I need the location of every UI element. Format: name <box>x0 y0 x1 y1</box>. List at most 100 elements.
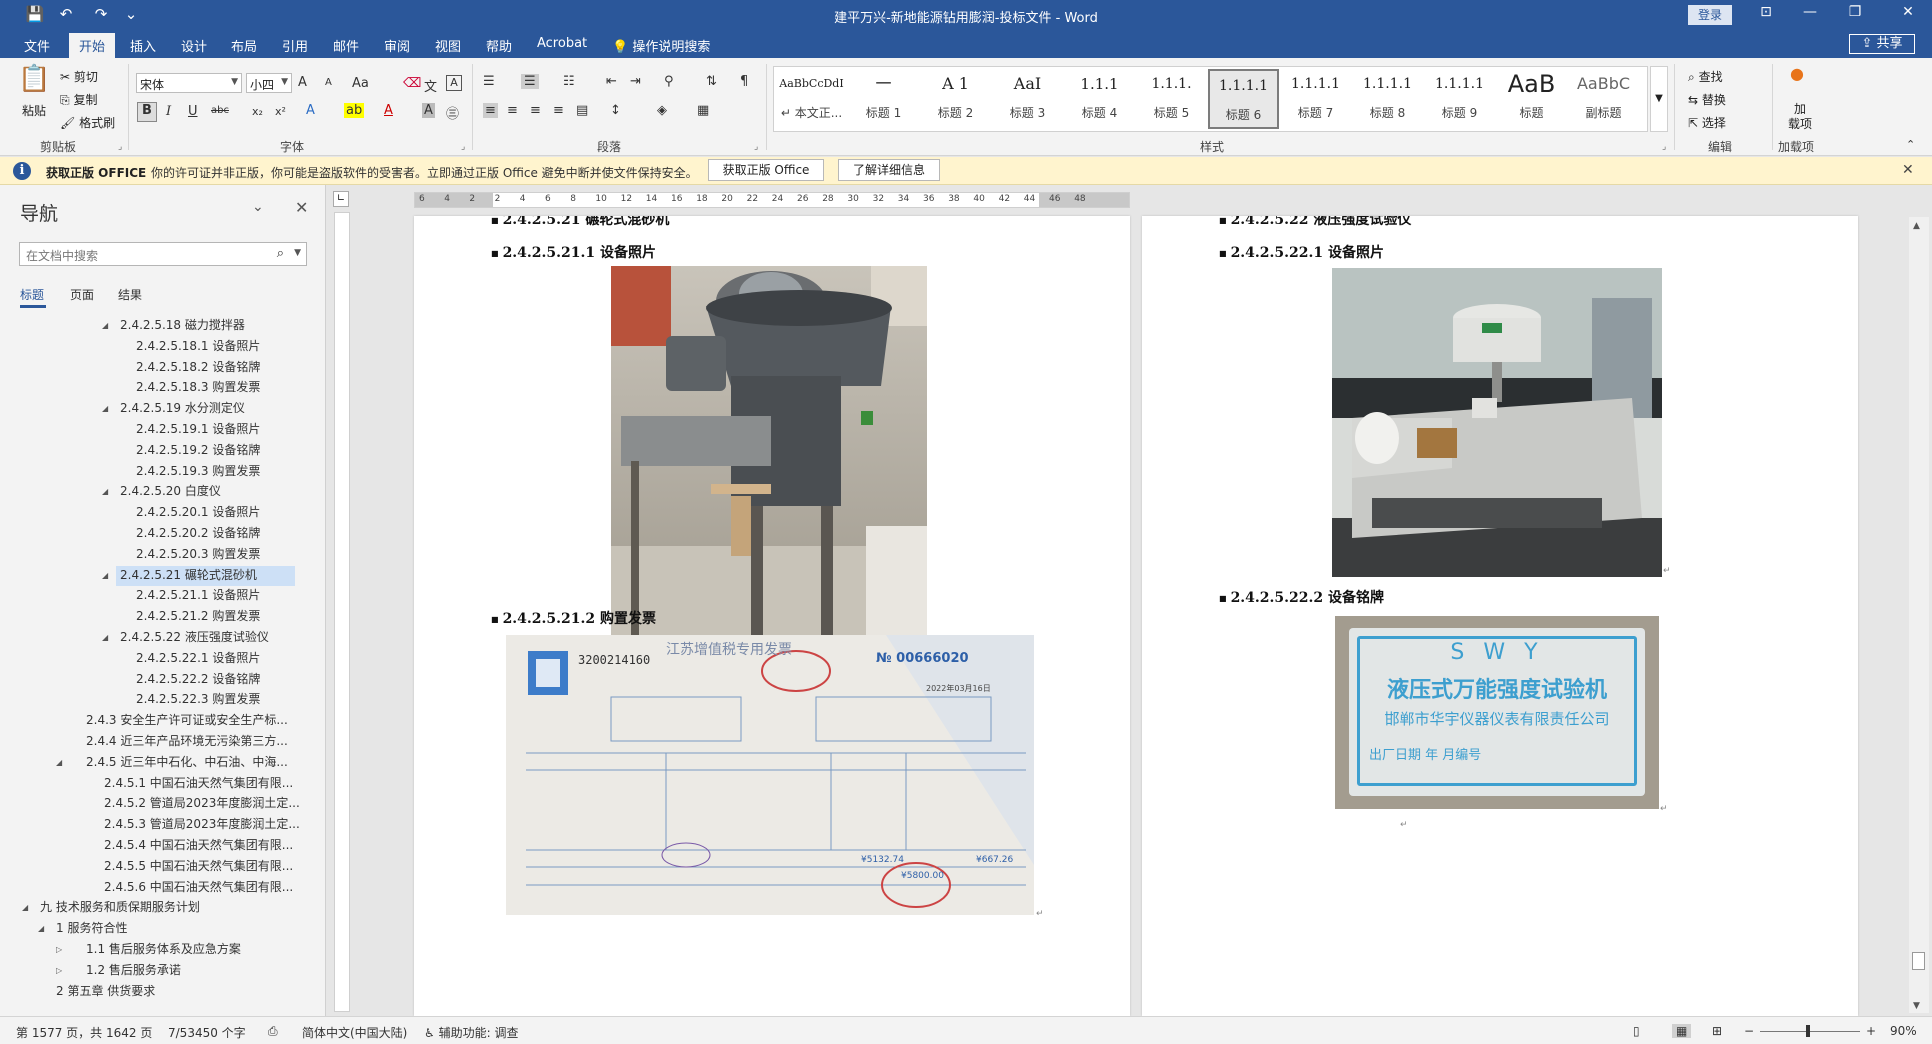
tab-design[interactable]: 设计 <box>181 36 207 55</box>
minimize-button[interactable]: — <box>1795 4 1825 20</box>
tab-home[interactable]: 开始 <box>69 33 116 58</box>
italic-button[interactable]: I <box>166 104 171 119</box>
close-icon[interactable]: ✕ <box>1902 162 1914 178</box>
addin-icon[interactable]: ● <box>1790 64 1804 83</box>
borders-icon[interactable]: ▦ <box>697 103 709 118</box>
nav-heading-item[interactable]: 2.4.2.5.19.1 设备照片 <box>132 420 260 440</box>
style-heading-3[interactable]: AaI 标题 3 <box>992 69 1063 129</box>
nav-tab-results[interactable]: 结果 <box>118 286 142 303</box>
style-heading-1[interactable]: 一标题 1 <box>848 69 919 129</box>
expand-collapse-icon[interactable]: ◢ <box>102 404 108 413</box>
learn-more-button[interactable]: 了解详细信息 <box>838 159 940 181</box>
character-shading-icon[interactable]: A <box>422 103 435 118</box>
read-mode-icon[interactable]: ▯ <box>1633 1024 1640 1038</box>
ribbon-display-options-icon[interactable]: ⊡ <box>1751 4 1781 20</box>
strikethrough-button[interactable]: abc <box>211 105 229 116</box>
scroll-down-icon[interactable]: ▼ <box>1913 1001 1920 1011</box>
nav-heading-item[interactable]: 2.4.3 安全生产许可证或安全生产标... <box>82 711 288 731</box>
sort-icon[interactable]: ⇅ <box>706 74 717 89</box>
vertical-scrollbar[interactable]: ▲ ▼ <box>1909 217 1929 1013</box>
style-heading-2[interactable]: A 1 标题 2 <box>920 69 991 129</box>
paste-button[interactable]: 粘贴 <box>22 102 46 119</box>
nav-heading-item[interactable]: 2 第五章 供货要求 <box>52 982 155 1002</box>
format-painter-button[interactable]: 🖌 格式刷 <box>60 114 115 131</box>
close-icon[interactable]: ✕ <box>295 198 308 217</box>
expand-collapse-icon[interactable]: ◢ <box>102 571 108 580</box>
nav-heading-item[interactable]: 2.4.2.5.19 水分测定仪 <box>116 399 245 419</box>
style-subtitle[interactable]: AaBbC 副标题 <box>1568 69 1639 129</box>
underline-button[interactable]: U <box>188 104 198 119</box>
nav-tab-pages[interactable]: 页面 <box>70 286 94 303</box>
nav-heading-item[interactable]: 2.4.2.5.21 碾轮式混砂机 <box>116 565 295 586</box>
word-count[interactable]: 7/53450 个字 <box>168 1024 246 1041</box>
paste-icon[interactable]: 📋 <box>18 64 50 94</box>
document-page-left[interactable]: ■2.4.2.5.21 碾轮式混砂机 ■2.4.2.5.21.1 设备照片 <box>414 216 1130 1016</box>
chevron-down-icon[interactable]: ⌄ <box>252 199 264 215</box>
tell-me-search[interactable]: 💡 操作说明搜索 <box>612 36 710 55</box>
tab-mailings[interactable]: 邮件 <box>333 36 359 55</box>
tab-help[interactable]: 帮助 <box>486 36 512 55</box>
nav-heading-item[interactable]: 2.4.2.5.21.1 设备照片 <box>132 586 260 606</box>
find-button[interactable]: ⌕ 查找 <box>1688 68 1723 85</box>
zoom-slider-thumb[interactable] <box>1806 1025 1810 1037</box>
tab-acrobat[interactable]: Acrobat <box>537 36 587 51</box>
phonetic-guide-icon[interactable]: 文 <box>424 76 437 95</box>
font-size-combo[interactable]: 小四 ▼ <box>246 73 292 93</box>
horizontal-ruler[interactable]: 6 4 2 2 4 6 8 10 12 14 16 18 20 22 24 26 28 30 32 34 36 38 40 4… <box>414 192 1130 208</box>
zoom-level[interactable]: 90% <box>1890 1024 1917 1038</box>
select-button[interactable]: ⇱ 选择 <box>1688 114 1726 131</box>
nav-heading-item[interactable]: 2.4.2.5.21.2 购置发票 <box>132 607 260 627</box>
align-right-icon[interactable]: ≡ <box>530 103 541 118</box>
nav-heading-item[interactable]: 2.4.2.5.20 白度仪 <box>116 482 221 502</box>
tab-layout[interactable]: 布局 <box>231 36 257 55</box>
nav-heading-item[interactable]: 2.4.2.5.22.3 购置发票 <box>132 690 260 710</box>
nav-search-input[interactable]: 在文档中搜索 ⌕ ▼ <box>19 242 307 266</box>
close-button[interactable]: ✕ <box>1893 4 1923 20</box>
nav-heading-item[interactable]: 2.4.2.5.22 液压强度试验仪 <box>116 628 269 648</box>
nav-heading-item[interactable]: 2.4.5.1 中国石油天然气集团有限... <box>100 774 293 794</box>
expand-icon[interactable]: ▷ <box>56 945 62 954</box>
print-layout-icon[interactable]: ▦ <box>1672 1024 1692 1038</box>
nav-heading-item[interactable]: 2.4.5 近三年中石化、中石油、中海... <box>82 753 288 773</box>
expand-collapse-icon[interactable]: ◢ <box>102 633 108 642</box>
styles-more-button[interactable]: ▼ <box>1650 66 1668 132</box>
nav-heading-item[interactable]: 2.4.2.5.18.1 设备照片 <box>132 337 260 357</box>
increase-indent-icon[interactable]: ⇥ <box>630 74 641 89</box>
expand-collapse-icon[interactable]: ◢ <box>56 758 62 767</box>
scroll-thumb[interactable] <box>1912 952 1925 970</box>
line-spacing-icon[interactable]: ↕ <box>610 103 621 118</box>
styles-launcher-icon[interactable]: ⌟ <box>1662 142 1666 152</box>
align-center-icon[interactable]: ≡ <box>507 103 518 118</box>
nav-heading-item[interactable]: 2.4.2.5.19.3 购置发票 <box>132 462 260 482</box>
cut-button[interactable]: ✂ 剪切 <box>60 68 98 85</box>
nav-heading-item[interactable]: 2.4.2.5.22.1 设备照片 <box>132 649 260 669</box>
chevron-down-icon[interactable]: ▼ <box>294 248 301 258</box>
nav-heading-item[interactable]: 2.4.2.5.19.2 设备铭牌 <box>132 441 260 461</box>
restore-button[interactable]: ❐ <box>1840 4 1870 20</box>
nav-heading-item[interactable]: 2.4.2.5.20.3 购置发票 <box>132 545 260 565</box>
style-heading-5[interactable]: 1.1.1. 标题 5 <box>1136 69 1207 129</box>
nav-heading-item[interactable]: 1.1 售后服务体系及应急方案 <box>82 940 241 960</box>
style-heading-8[interactable]: 1.1.1.1 标题 8 <box>1352 69 1423 129</box>
style-normal[interactable]: AaBbCcDdI ↵ 本文正... <box>776 69 847 129</box>
share-button[interactable]: ⇪ 共享 <box>1849 34 1915 54</box>
change-case-button[interactable]: Aa <box>352 76 369 91</box>
tab-insert[interactable]: 插入 <box>130 36 156 55</box>
style-heading-9[interactable]: 1.1.1.1 标题 9 <box>1424 69 1495 129</box>
get-genuine-office-button[interactable]: 获取正版 Office <box>708 159 824 181</box>
nav-heading-item[interactable]: 2.4.2.5.22.2 设备铭牌 <box>132 670 260 690</box>
tab-review[interactable]: 审阅 <box>384 36 410 55</box>
text-effects-icon[interactable]: A <box>306 103 315 118</box>
expand-collapse-icon[interactable]: ◢ <box>102 321 108 330</box>
sign-in-button[interactable]: 登录 <box>1688 5 1732 25</box>
accessibility-status[interactable]: ♿ 辅助功能: 调查 <box>424 1024 518 1041</box>
nav-heading-item[interactable]: 2.4.2.5.20.1 设备照片 <box>132 503 260 523</box>
nav-heading-item[interactable]: 2.4.5.2 管道局2023年度膨润土定... <box>100 794 300 814</box>
justify-icon[interactable]: ≡ <box>553 103 564 118</box>
language[interactable]: 简体中文(中国大陆) <box>302 1024 407 1041</box>
nav-heading-item[interactable]: 2.4.2.5.18.2 设备铭牌 <box>132 358 260 378</box>
chinese-layout-icon[interactable]: ⚲ <box>664 74 674 89</box>
nav-heading-item[interactable]: 2.4.5.3 管道局2023年度膨润土定... <box>100 815 300 835</box>
collapse-ribbon-icon[interactable]: ⌃ <box>1906 138 1915 151</box>
style-heading-7[interactable]: 1.1.1.1 标题 7 <box>1280 69 1351 129</box>
